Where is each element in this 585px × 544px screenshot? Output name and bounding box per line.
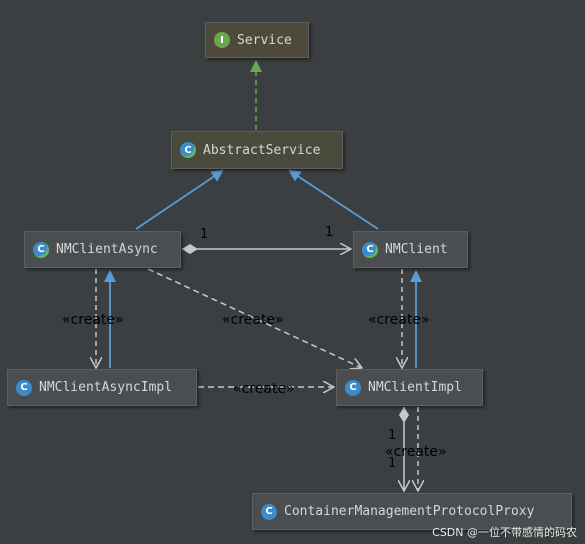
node-nmclientimpl[interactable]: C NMClientImpl (336, 369, 483, 406)
watermark-text: CSDN @一位不带感情的码农 (432, 526, 577, 539)
create-label-nmclient-to-impl: «create» (368, 312, 430, 328)
node-nmclientasync-label: NMClientAsync (56, 242, 158, 257)
node-service-label: Service (237, 32, 292, 48)
abstract-class-icon: C (362, 241, 378, 258)
node-nmclientimpl-label: NMClientImpl (368, 380, 462, 395)
node-nmclient[interactable]: C NMClient (353, 231, 468, 268)
create-label-async-to-impl: «create» (222, 312, 284, 328)
node-nmclient-label: NMClient (385, 242, 448, 257)
class-icon: C (345, 379, 361, 396)
mult-label-impl-side: 1 (388, 428, 397, 443)
node-containermanagementprotocolproxy-label: ContainerManagementProtocolProxy (284, 504, 535, 519)
node-nmclientasync[interactable]: C NMClientAsync (24, 231, 181, 268)
abstract-class-icon: C (180, 142, 196, 158)
create-label-async-to-asyncimpl: «create» (62, 312, 124, 328)
node-abstractservice-label: AbstractService (203, 142, 321, 158)
create-label-asyncimpl-to-impl: «create» (233, 381, 295, 397)
class-icon: C (261, 503, 277, 520)
class-icon: C (16, 379, 32, 396)
abstract-class-icon: C (33, 241, 49, 258)
node-nmclientasyncimpl-label: NMClientAsyncImpl (39, 380, 173, 395)
interface-icon: I (214, 32, 230, 48)
extends-edge-nmclientasync-abstractservice (135, 169, 224, 230)
mult-label-proxy-side: 1 (388, 456, 397, 471)
node-abstractservice[interactable]: C AbstractService (171, 131, 343, 169)
mult-label-nmclientasync-side: 1 (200, 227, 209, 242)
mult-label-nmclient-side: 1 (325, 225, 334, 240)
node-service[interactable]: I Service (205, 22, 309, 58)
extends-edge-nmclient-abstractservice (288, 169, 379, 230)
node-nmclientasyncimpl[interactable]: C NMClientAsyncImpl (7, 369, 197, 406)
class-diagram-edges: NMClientAsyncImpl (dashed) --> NMClientI… (0, 60, 585, 544)
